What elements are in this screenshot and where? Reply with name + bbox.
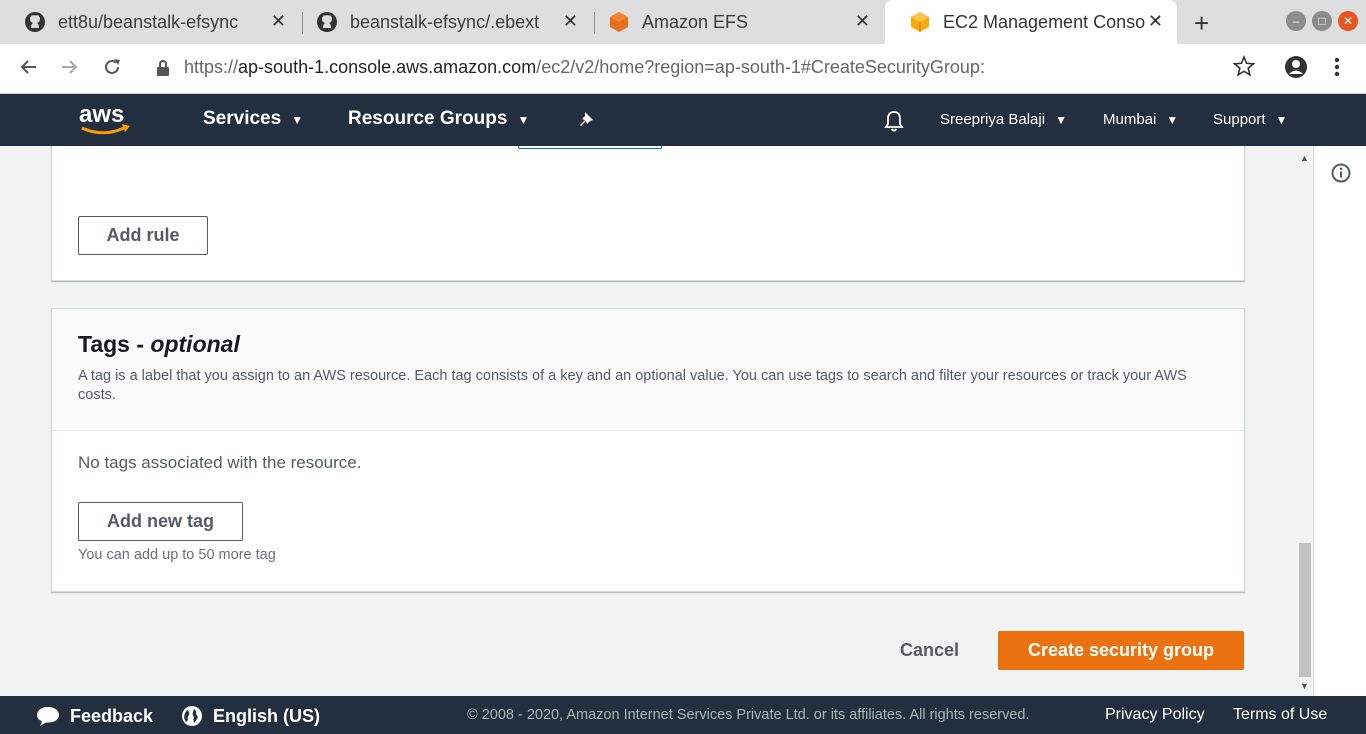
url-scheme: https://	[184, 57, 239, 77]
tags-panel-header: Tags - optional A tag is a label that yo…	[52, 309, 1244, 431]
tab-label: ett8u/beanstalk-efsync	[58, 11, 239, 32]
browser-tab-4-active[interactable]: EC2 Management Conso ✕	[885, 0, 1177, 44]
tags-description: A tag is a label that you assign to an A…	[78, 368, 1187, 403]
chevron-down-icon: ▼	[1166, 113, 1179, 127]
browser-tab-3[interactable]: Amazon EFS ✕	[584, 0, 884, 44]
aws-logo[interactable]: aws	[78, 100, 134, 145]
tab-label: beanstalk-efsync/.ebext	[350, 11, 540, 32]
new-tab-button[interactable]: +	[1194, 8, 1209, 39]
maximize-window-icon[interactable]: □	[1312, 11, 1332, 31]
browser-menu-icon[interactable]	[1334, 57, 1340, 83]
tags-title-text: Tags -	[78, 331, 151, 357]
feedback-label: Feedback	[70, 705, 154, 726]
feedback-link[interactable]: Feedback	[36, 705, 153, 727]
tags-title: Tags - optional	[78, 331, 240, 358]
forward-arrow-icon[interactable]	[58, 56, 80, 84]
speech-bubble-icon	[37, 707, 59, 726]
resource-groups-label: Resource Groups	[348, 108, 508, 129]
scrollbar-thumb[interactable]	[1299, 543, 1311, 677]
scroll-down-arrow-icon[interactable]: ▼	[1300, 681, 1309, 691]
support-menu[interactable]: Support ▼	[1213, 111, 1287, 128]
inbound-rules-panel: Add rule	[51, 146, 1245, 281]
copyright-text: © 2008 - 2020, Amazon Internet Services …	[467, 707, 1030, 723]
close-window-icon[interactable]: ✕	[1338, 11, 1358, 31]
add-rule-button[interactable]: Add rule	[78, 216, 208, 255]
close-tab-icon[interactable]: ✕	[1148, 11, 1163, 32]
aws-ec2-icon	[909, 11, 931, 33]
address-bar-url[interactable]: https://ap-south-1.console.aws.amazon.co…	[184, 57, 985, 78]
info-icon[interactable]	[1331, 163, 1351, 188]
resource-groups-menu[interactable]: Resource Groups ▼	[348, 108, 529, 130]
browser-toolbar: https://ap-south-1.console.aws.amazon.co…	[0, 44, 1366, 94]
browser-tab-strip: ett8u/beanstalk-efsync ✕ beanstalk-efsyn…	[0, 0, 1366, 44]
lock-icon	[156, 59, 170, 82]
bookmark-star-icon[interactable]	[1232, 54, 1256, 83]
cancel-button[interactable]: Cancel	[900, 640, 959, 661]
language-label: English (US)	[213, 705, 320, 726]
support-label: Support	[1213, 111, 1266, 128]
chevron-down-icon: ▼	[1055, 113, 1067, 127]
scroll-up-arrow-icon[interactable]: ▲	[1300, 153, 1309, 163]
main-content: Add rule Tags - optional A tag is a labe…	[0, 146, 1313, 696]
help-side-panel	[1313, 146, 1366, 696]
aws-console-footer: Feedback English (US) © 2008 - 2020, Ama…	[0, 696, 1366, 734]
chevron-down-icon: ▼	[291, 113, 304, 127]
chevron-down-icon: ▼	[1275, 113, 1288, 127]
pin-icon[interactable]	[578, 110, 598, 136]
tags-panel: Tags - optional A tag is a label that yo…	[51, 308, 1245, 592]
bell-icon[interactable]	[883, 109, 905, 139]
no-tags-message: No tags associated with the resource.	[78, 453, 362, 472]
aws-navigation-bar: aws Services ▼ Resource Groups ▼ Sreepriya…	[0, 94, 1366, 146]
svg-text:aws: aws	[79, 101, 124, 128]
tab-label: EC2 Management Conso	[943, 11, 1146, 32]
close-tab-icon[interactable]: ✕	[271, 11, 286, 32]
reload-icon[interactable]	[101, 56, 123, 84]
services-label: Services	[203, 108, 282, 129]
account-avatar-icon[interactable]	[1284, 55, 1308, 85]
tag-limit-hint: You can add up to 50 more tag	[78, 547, 276, 563]
close-tab-icon[interactable]: ✕	[563, 11, 578, 32]
region-label: Mumbai	[1103, 111, 1157, 128]
services-menu[interactable]: Services ▼	[203, 108, 303, 130]
aws-efs-icon	[608, 11, 630, 33]
privacy-policy-link[interactable]: Privacy Policy	[1105, 706, 1205, 724]
back-arrow-icon[interactable]	[18, 56, 40, 84]
globe-icon	[182, 706, 202, 726]
github-icon	[24, 11, 46, 33]
chevron-down-icon: ▼	[517, 113, 530, 127]
url-host: ap-south-1.console.aws.amazon.com	[238, 57, 537, 77]
create-security-group-button[interactable]: Create security group	[998, 631, 1244, 670]
rule-input-field[interactable]	[518, 146, 662, 149]
region-menu[interactable]: Mumbai ▼	[1103, 111, 1178, 128]
language-selector[interactable]: English (US)	[181, 705, 320, 727]
github-icon	[316, 11, 338, 33]
close-tab-icon[interactable]: ✕	[855, 11, 870, 32]
tab-label: Amazon EFS	[642, 11, 749, 32]
browser-tab-1[interactable]: ett8u/beanstalk-efsync ✕	[0, 0, 300, 44]
account-menu[interactable]: Sreepriya Balaji ▼	[940, 111, 1067, 128]
user-name-label: Sreepriya Balaji	[940, 111, 1046, 128]
minimize-window-icon[interactable]: –	[1286, 11, 1306, 31]
tags-title-optional: optional	[150, 331, 240, 357]
url-path: /ec2/v2/home?region=ap-south-1#CreateSec…	[536, 57, 985, 77]
add-new-tag-button[interactable]: Add new tag	[78, 502, 243, 541]
browser-tab-2[interactable]: beanstalk-efsync/.ebext ✕	[292, 0, 592, 44]
terms-of-use-link[interactable]: Terms of Use	[1233, 706, 1327, 724]
